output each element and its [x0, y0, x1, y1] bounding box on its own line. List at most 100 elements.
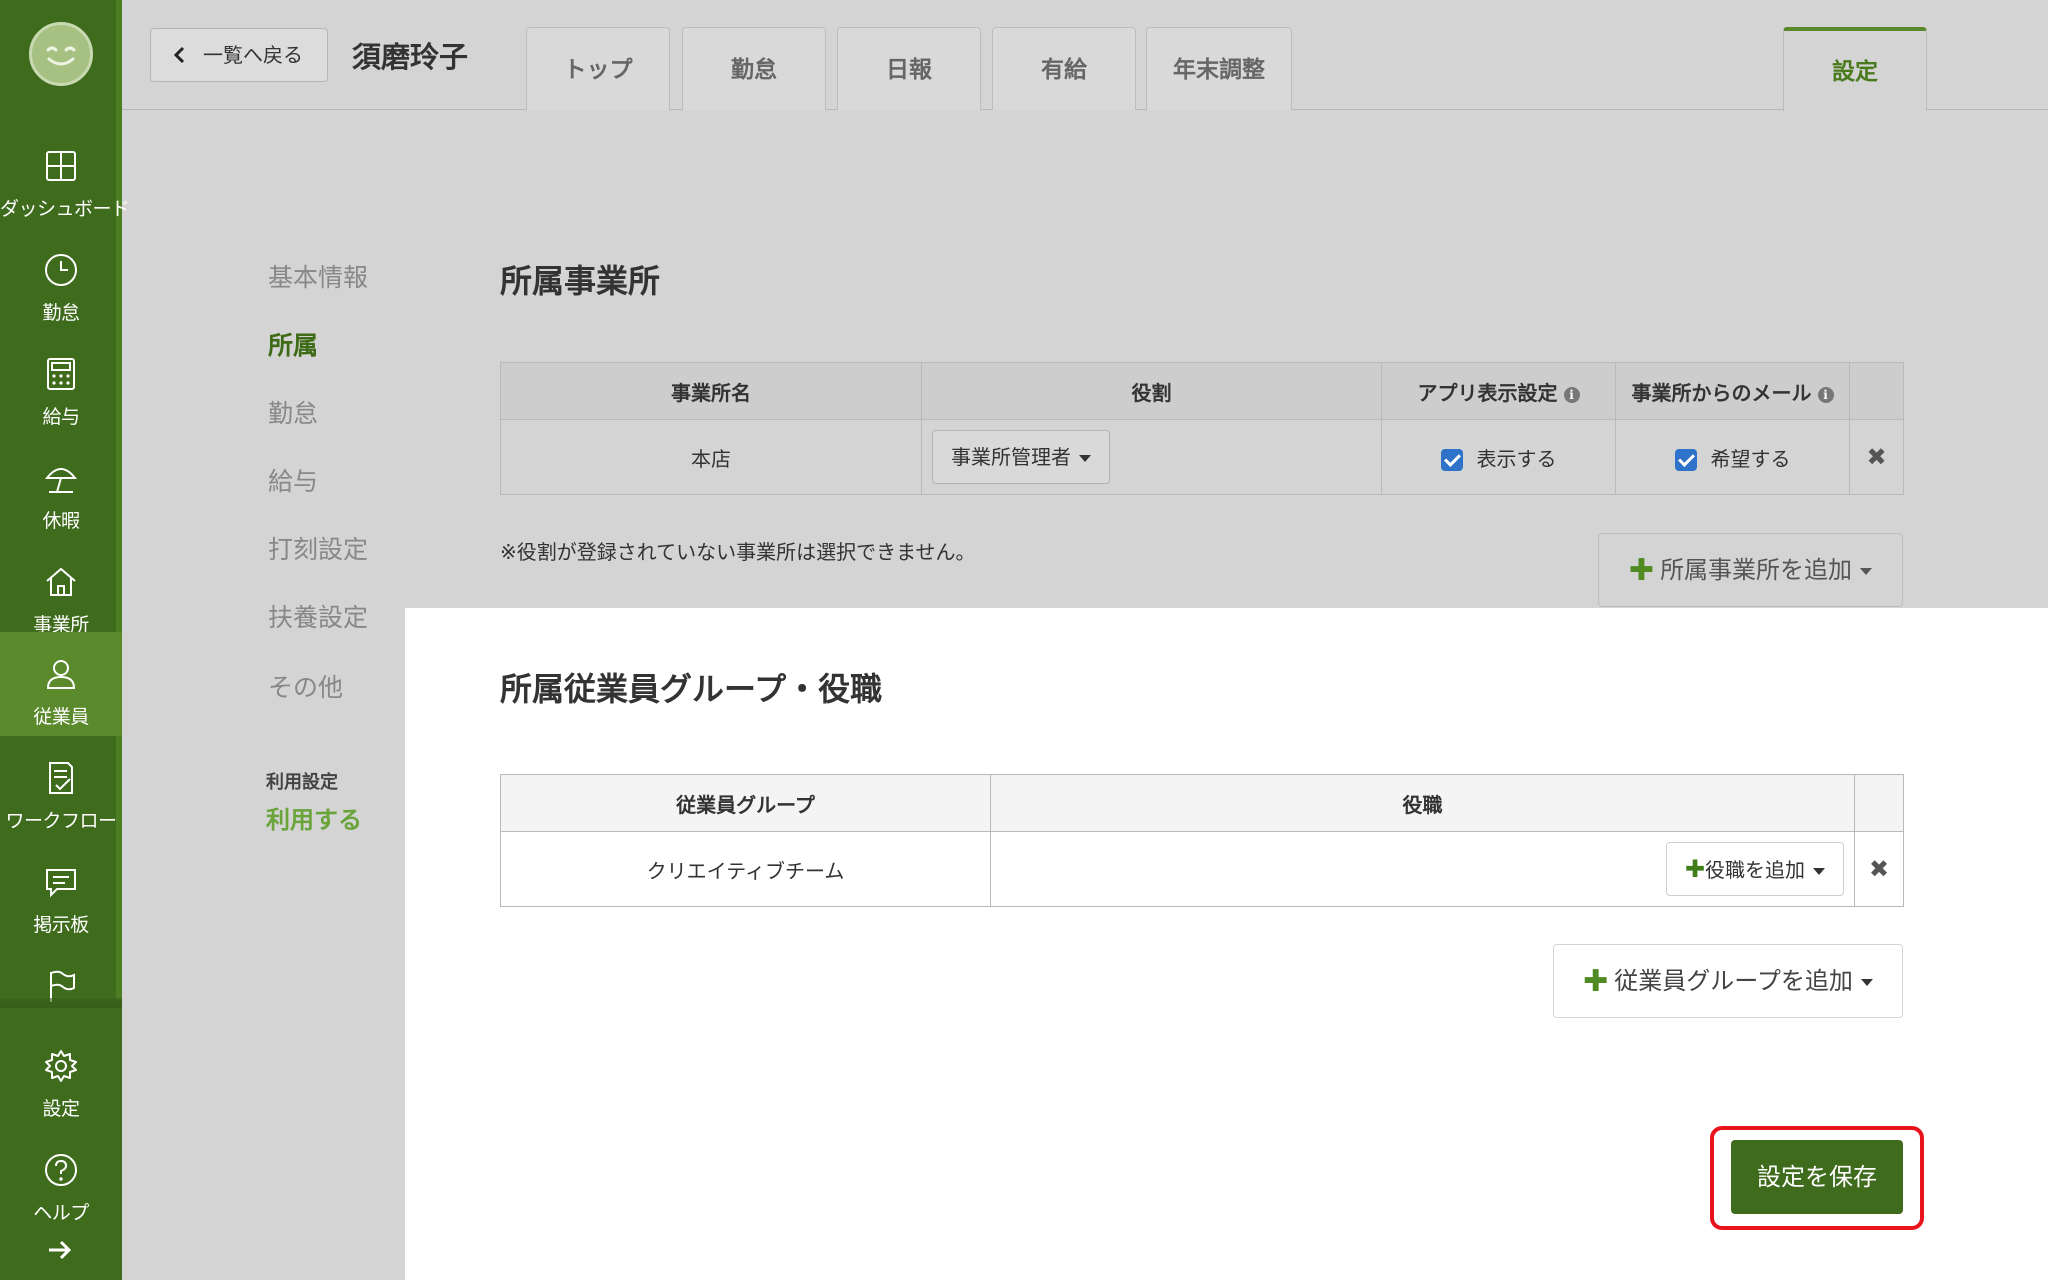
role-dropdown[interactable]: 事業所管理者 [932, 430, 1110, 484]
subnav-attendance[interactable]: 勤怠 [268, 394, 318, 430]
sidebar-item-settings[interactable]: 設定 [0, 1024, 122, 1128]
sidebar: ダッシュボード 勤怠 給与 休暇 事業所 従業員 ワークフロー 掲示板 設定 ヘ… [0, 0, 130, 1280]
back-button-label: 一覧へ戻る [203, 43, 303, 67]
position-cell: ✚役職を追加 [990, 831, 1855, 907]
usage-settings-value[interactable]: 利用する [266, 800, 362, 835]
sidebar-item-dashboard[interactable]: ダッシュボード [0, 124, 130, 228]
column-header: 事業所名 [500, 362, 922, 420]
tab-daily-report[interactable]: 日報 [837, 27, 981, 110]
sidebar-item-label: ダッシュボード [0, 198, 130, 220]
logo-icon[interactable] [29, 22, 93, 86]
groups-table: 従業員グループ 役職 クリエイティブチーム ✚役職を追加 ✖ [500, 774, 1904, 907]
plus-icon: ✚ [1684, 855, 1705, 883]
column-header: 役割 [921, 362, 1382, 420]
expand-arrow-icon[interactable] [46, 1238, 74, 1262]
table-header-row: 従業員グループ 役職 [500, 774, 1904, 832]
table-row: クリエイティブチーム ✚役職を追加 ✖ [500, 831, 1904, 907]
column-label: 事業所からのメール [1631, 380, 1812, 405]
column-header [1849, 362, 1904, 420]
plus-icon: ✚ [1583, 964, 1609, 999]
role-cell: 事業所管理者 [921, 419, 1382, 495]
employee-header: 一覧へ戻る 須磨玲子 トップ 勤怠 日報 有給 年末調整 設定 [122, 0, 2048, 111]
office-name-cell: 本店 [500, 419, 922, 495]
table-header-row: 事業所名 役割 アプリ表示設定 i 事業所からのメール i [500, 362, 1904, 420]
subnav-dependents[interactable]: 扶養設定 [268, 598, 368, 634]
sidebar-item-label: 掲示板 [33, 914, 89, 936]
subnav-basic-info[interactable]: 基本情報 [268, 258, 368, 294]
group-name-cell: クリエイティブチーム [500, 831, 991, 907]
sidebar-item-label: 勤怠 [42, 302, 80, 324]
groups-section-title: 所属従業員グループ・役職 [500, 670, 883, 708]
add-office-label: 所属事業所を追加 [1660, 556, 1853, 584]
column-header [1854, 774, 1904, 832]
home-icon [46, 567, 76, 596]
back-to-list-button[interactable]: 一覧へ戻る [150, 28, 328, 82]
sidebar-item-employees[interactable]: 従業員 [0, 632, 122, 736]
sidebar-item-payroll[interactable]: 給与 [0, 332, 122, 436]
remove-office-icon[interactable]: ✖ [1866, 443, 1886, 471]
plus-icon: ✚ [1628, 553, 1655, 588]
tab-top[interactable]: トップ [526, 27, 670, 110]
sidebar-item-label: 給与 [42, 406, 80, 428]
save-settings-button[interactable]: 設定を保存 [1731, 1140, 1903, 1214]
document-check-icon [49, 762, 73, 794]
add-office-button[interactable]: ✚ 所属事業所を追加 [1598, 533, 1903, 607]
mail-checkbox[interactable] [1674, 449, 1697, 471]
caret-down-icon [1079, 455, 1091, 462]
sidebar-item-flag[interactable] [0, 944, 122, 1004]
sidebar-item-attendance[interactable]: 勤怠 [0, 228, 122, 332]
sidebar-item-leave[interactable]: 休暇 [0, 436, 122, 540]
help-icon [45, 1154, 77, 1186]
sidebar-item-label: ワークフロー [5, 810, 117, 832]
chevron-left-icon [173, 46, 185, 64]
info-icon[interactable]: i [1817, 386, 1834, 403]
caret-down-icon [1860, 978, 1873, 986]
caret-down-icon [1813, 868, 1825, 875]
add-employee-group-label: 従業員グループを追加 [1614, 967, 1853, 995]
subnav-clock-settings[interactable]: 打刻設定 [268, 530, 368, 566]
tab-attendance[interactable]: 勤怠 [682, 27, 826, 110]
tab-paid-leave[interactable]: 有給 [992, 27, 1136, 110]
subnav-affiliation[interactable]: 所属 [268, 326, 318, 362]
offices-note: ※役割が登録されていない事業所は選択できません。 [500, 540, 976, 564]
sidebar-item-board[interactable]: 掲示板 [0, 840, 122, 944]
info-icon[interactable]: i [1563, 386, 1580, 403]
caret-down-icon [1860, 567, 1873, 575]
tab-year-end-adjustment[interactable]: 年末調整 [1146, 27, 1292, 110]
offices-section-title: 所属事業所 [500, 262, 661, 300]
remove-group-icon[interactable]: ✖ [1869, 855, 1889, 883]
employee-name: 須磨玲子 [352, 40, 469, 74]
column-label: アプリ表示設定 [1417, 380, 1558, 405]
offices-table: 事業所名 役割 アプリ表示設定 i 事業所からのメール i 本店 事業所管理者 表示… [500, 362, 1904, 495]
message-icon [46, 869, 76, 898]
subnav-payroll[interactable]: 給与 [268, 462, 318, 498]
add-position-button[interactable]: ✚役職を追加 [1665, 842, 1844, 896]
add-employee-group-button[interactable]: ✚ 従業員グループを追加 [1553, 944, 1903, 1018]
tab-settings[interactable]: 設定 [1783, 27, 1927, 111]
app-display-label: 表示する [1476, 446, 1557, 471]
sidebar-item-label: 休暇 [42, 510, 80, 532]
table-row: 本店 事業所管理者 表示する 希望する ✖ [500, 419, 1904, 495]
remove-cell: ✖ [1849, 419, 1904, 495]
umbrella-icon [44, 468, 78, 493]
app-display-cell: 表示する [1381, 419, 1616, 495]
column-label: 事業所名 [671, 380, 751, 405]
calculator-icon [47, 358, 75, 390]
column-header: 従業員グループ [500, 774, 991, 832]
sidebar-divider [0, 998, 122, 1008]
sidebar-item-help[interactable]: ヘルプ [0, 1128, 122, 1232]
dashboard-icon [46, 151, 76, 181]
column-header: 事業所からのメール i [1615, 362, 1850, 420]
remove-cell: ✖ [1854, 831, 1904, 907]
mail-cell: 希望する [1615, 419, 1850, 495]
gear-icon [45, 1050, 77, 1082]
app-display-checkbox[interactable] [1440, 449, 1463, 471]
sidebar-item-label: 設定 [42, 1098, 80, 1120]
column-header: アプリ表示設定 i [1381, 362, 1616, 420]
sidebar-item-label: 従業員 [33, 706, 89, 728]
subnav-other[interactable]: その他 [268, 668, 343, 704]
usage-settings-title: 利用設定 [266, 772, 338, 793]
sidebar-item-workflow[interactable]: ワークフロー [0, 736, 122, 840]
column-header: 役職 [990, 774, 1855, 832]
sidebar-item-office[interactable]: 事業所 [0, 540, 122, 644]
